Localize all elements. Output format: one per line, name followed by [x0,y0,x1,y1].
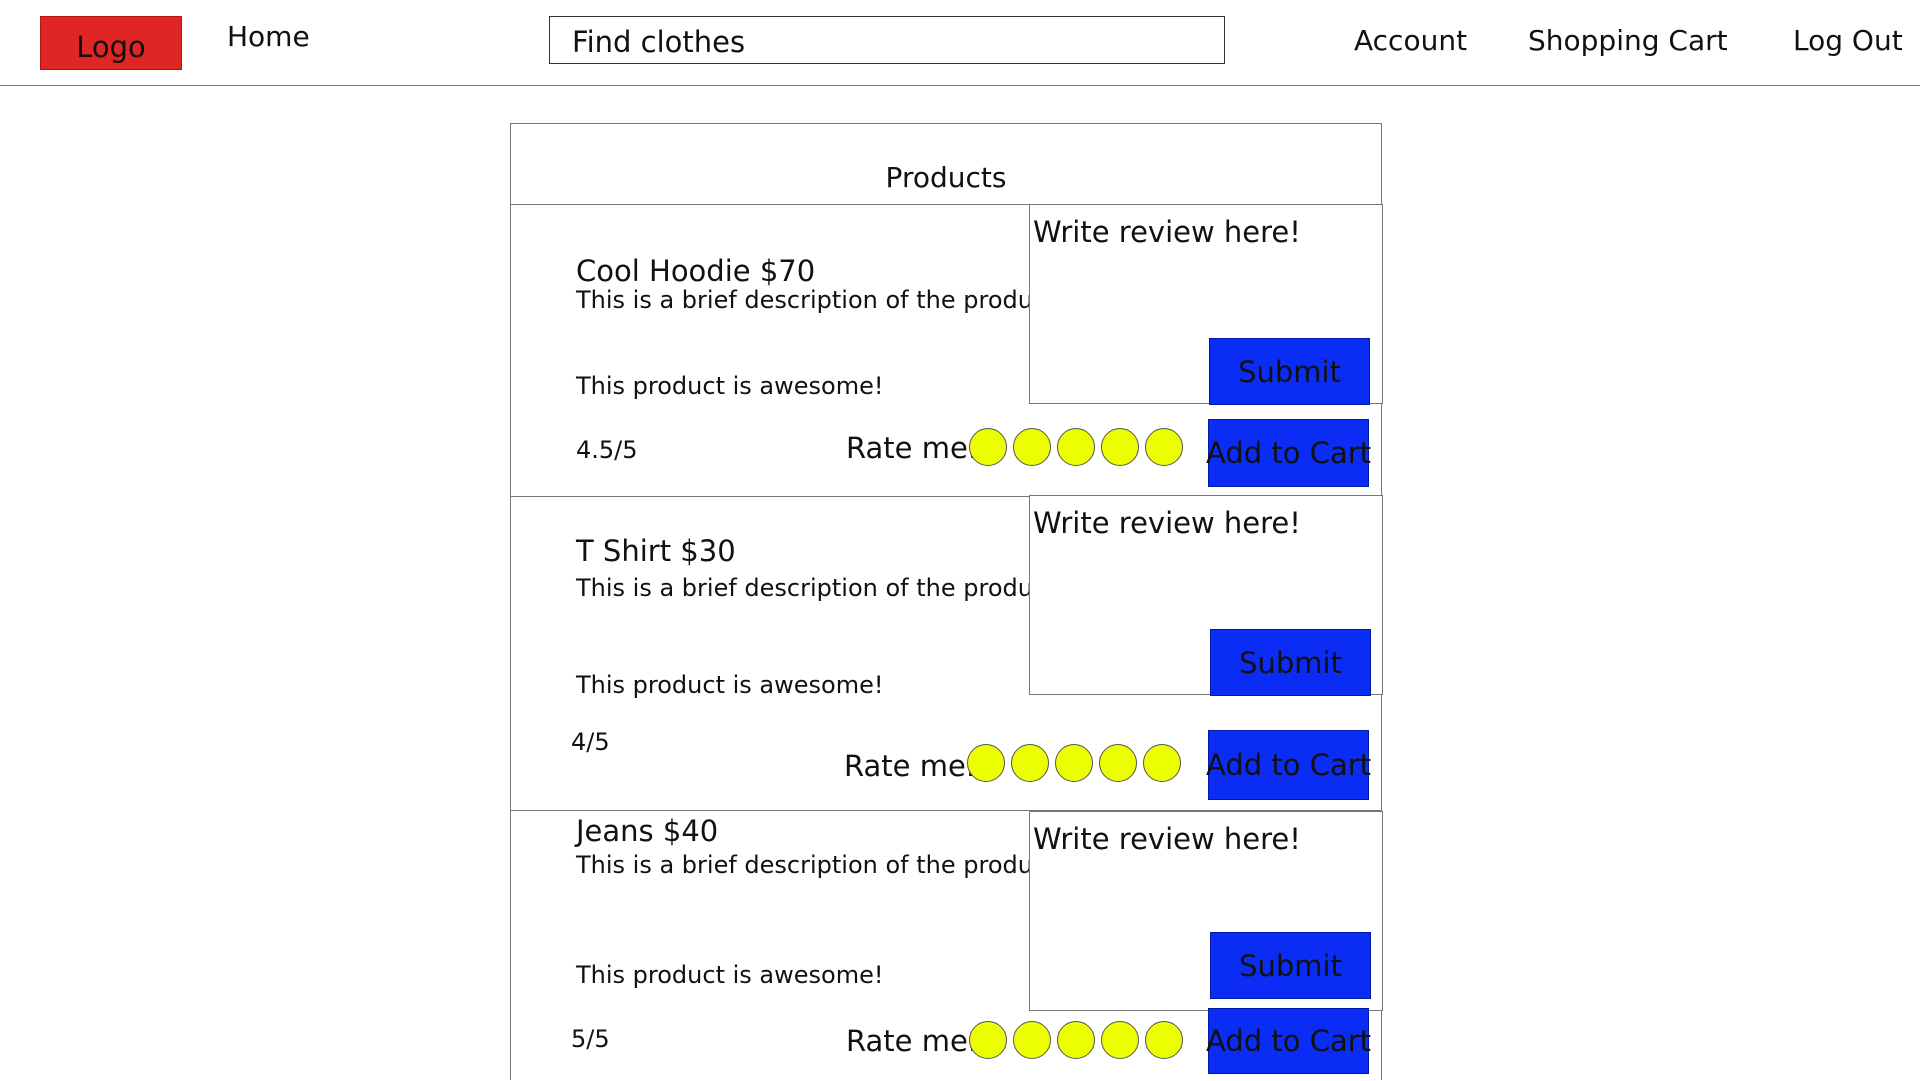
product-rating: 4.5/5 [576,436,638,464]
review-textarea[interactable]: Write review here! Submit [1029,811,1383,1011]
product-review-text: This product is awesome! [576,961,884,989]
rating-circle-4[interactable] [1099,744,1137,782]
rating-circle-2[interactable] [1011,744,1049,782]
rating-circle-1[interactable] [969,1021,1007,1059]
product-rating: 5/5 [571,1025,610,1053]
rating-circle-3[interactable] [1057,1021,1095,1059]
rating-circles [969,1021,1183,1059]
review-textarea[interactable]: Write review here! Submit [1029,204,1383,405]
product-rating: 4/5 [571,728,610,756]
product-card: T Shirt $30 This is a brief description … [511,495,1383,811]
nav-home-link[interactable]: Home [227,20,310,53]
rating-circle-4[interactable] [1101,1021,1139,1059]
submit-review-button[interactable]: Submit [1210,629,1371,696]
add-to-cart-button[interactable]: Add to Cart [1206,1008,1371,1074]
product-description: This is a brief description of the produ… [576,851,1066,879]
rating-circle-3[interactable] [1057,428,1095,466]
rating-circle-2[interactable] [1013,428,1051,466]
panel-title: Products [511,124,1381,205]
product-description: This is a brief description of the produ… [576,574,1066,602]
nav-account-link[interactable]: Account [1354,24,1467,57]
rating-circle-5[interactable] [1145,428,1183,466]
review-textarea[interactable]: Write review here! Submit [1029,495,1383,696]
rating-circle-5[interactable] [1143,744,1181,782]
submit-review-button[interactable]: Submit [1210,932,1371,999]
rating-circle-1[interactable] [969,428,1007,466]
product-review-text: This product is awesome! [576,372,884,400]
submit-review-button[interactable]: Submit [1209,338,1370,405]
products-panel: Products Cool Hoodie $70 This is a brief… [510,123,1383,1081]
product-card: Jeans $40 This is a brief description of… [511,811,1383,1081]
rating-circle-4[interactable] [1101,428,1139,466]
rating-circles [969,428,1183,466]
rate-me-label: Rate me: [846,431,978,465]
top-nav: Logo Home Account Shopping Cart Log Out [0,0,1920,86]
rating-circle-3[interactable] [1055,744,1093,782]
product-name: T Shirt $30 [576,534,736,568]
review-placeholder: Write review here! [1033,822,1301,856]
rating-circle-5[interactable] [1145,1021,1183,1059]
rate-me-label: Rate me: [844,749,976,783]
nav-shopping-cart-link[interactable]: Shopping Cart [1528,24,1728,57]
search-input[interactable] [549,16,1225,64]
add-to-cart-button[interactable]: Add to Cart [1206,419,1371,487]
product-card: Cool Hoodie $70 This is a brief descript… [511,204,1383,497]
rating-circle-2[interactable] [1013,1021,1051,1059]
logo[interactable]: Logo [40,16,182,70]
product-description: This is a brief description of the produ… [576,286,1066,314]
review-placeholder: Write review here! [1033,215,1301,249]
add-to-cart-button[interactable]: Add to Cart [1206,730,1371,800]
nav-logout-link[interactable]: Log Out [1793,24,1903,57]
product-name: Cool Hoodie $70 [576,254,816,288]
rate-me-label: Rate me: [846,1024,978,1058]
rating-circles [967,744,1181,782]
product-name: Jeans $40 [576,814,719,848]
review-placeholder: Write review here! [1033,506,1301,540]
rating-circle-1[interactable] [967,744,1005,782]
product-review-text: This product is awesome! [576,671,884,699]
